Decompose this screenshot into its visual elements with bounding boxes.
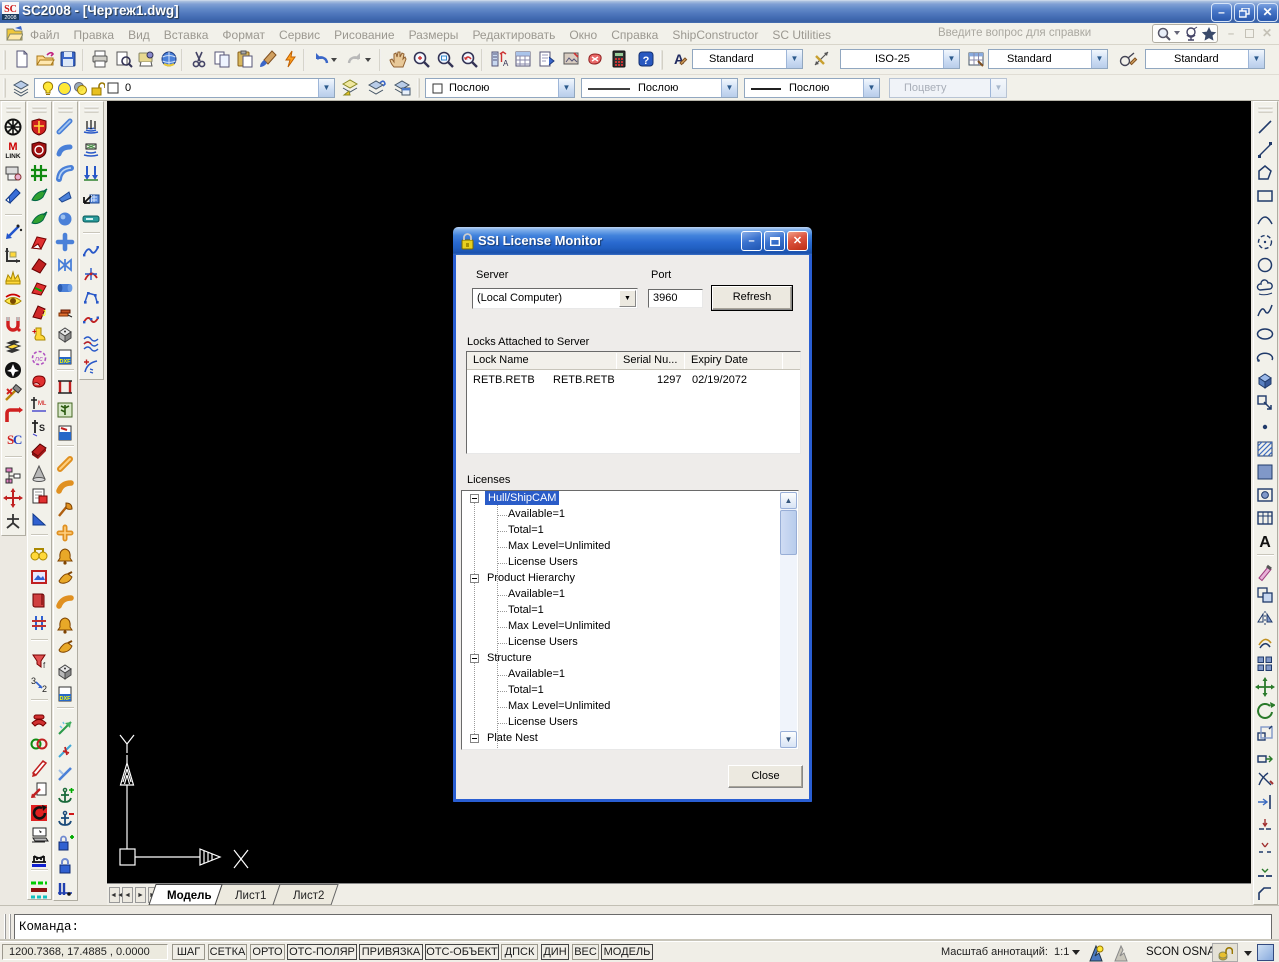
svg-text:DXF: DXF (60, 696, 72, 702)
svg-text:?: ? (643, 55, 650, 67)
svg-text:+: + (32, 327, 37, 336)
svg-text:Лист1: Лист1 (235, 890, 266, 902)
svg-text:ML: ML (38, 401, 47, 407)
svg-text:M: M (8, 141, 17, 153)
svg-text:S: S (39, 423, 45, 433)
svg-text:Лист2: Лист2 (293, 890, 324, 902)
svg-text:3: 3 (31, 676, 36, 686)
svg-text:2: 2 (42, 684, 47, 694)
svg-text:DXF: DXF (60, 359, 72, 365)
svg-text:Модель: Модель (167, 890, 212, 902)
svg-text:A: A (1259, 534, 1271, 551)
svg-text:LINK: LINK (5, 153, 20, 160)
svg-text:2008: 2008 (4, 15, 16, 21)
svg-text:C: C (13, 432, 22, 447)
svg-text:SC: SC (4, 4, 17, 15)
svg-text:f: f (43, 661, 46, 670)
svg-text:J: J (42, 309, 46, 318)
svg-text:nc: nc (35, 356, 43, 363)
svg-text:A: A (674, 51, 684, 67)
svg-text:A: A (503, 59, 509, 68)
